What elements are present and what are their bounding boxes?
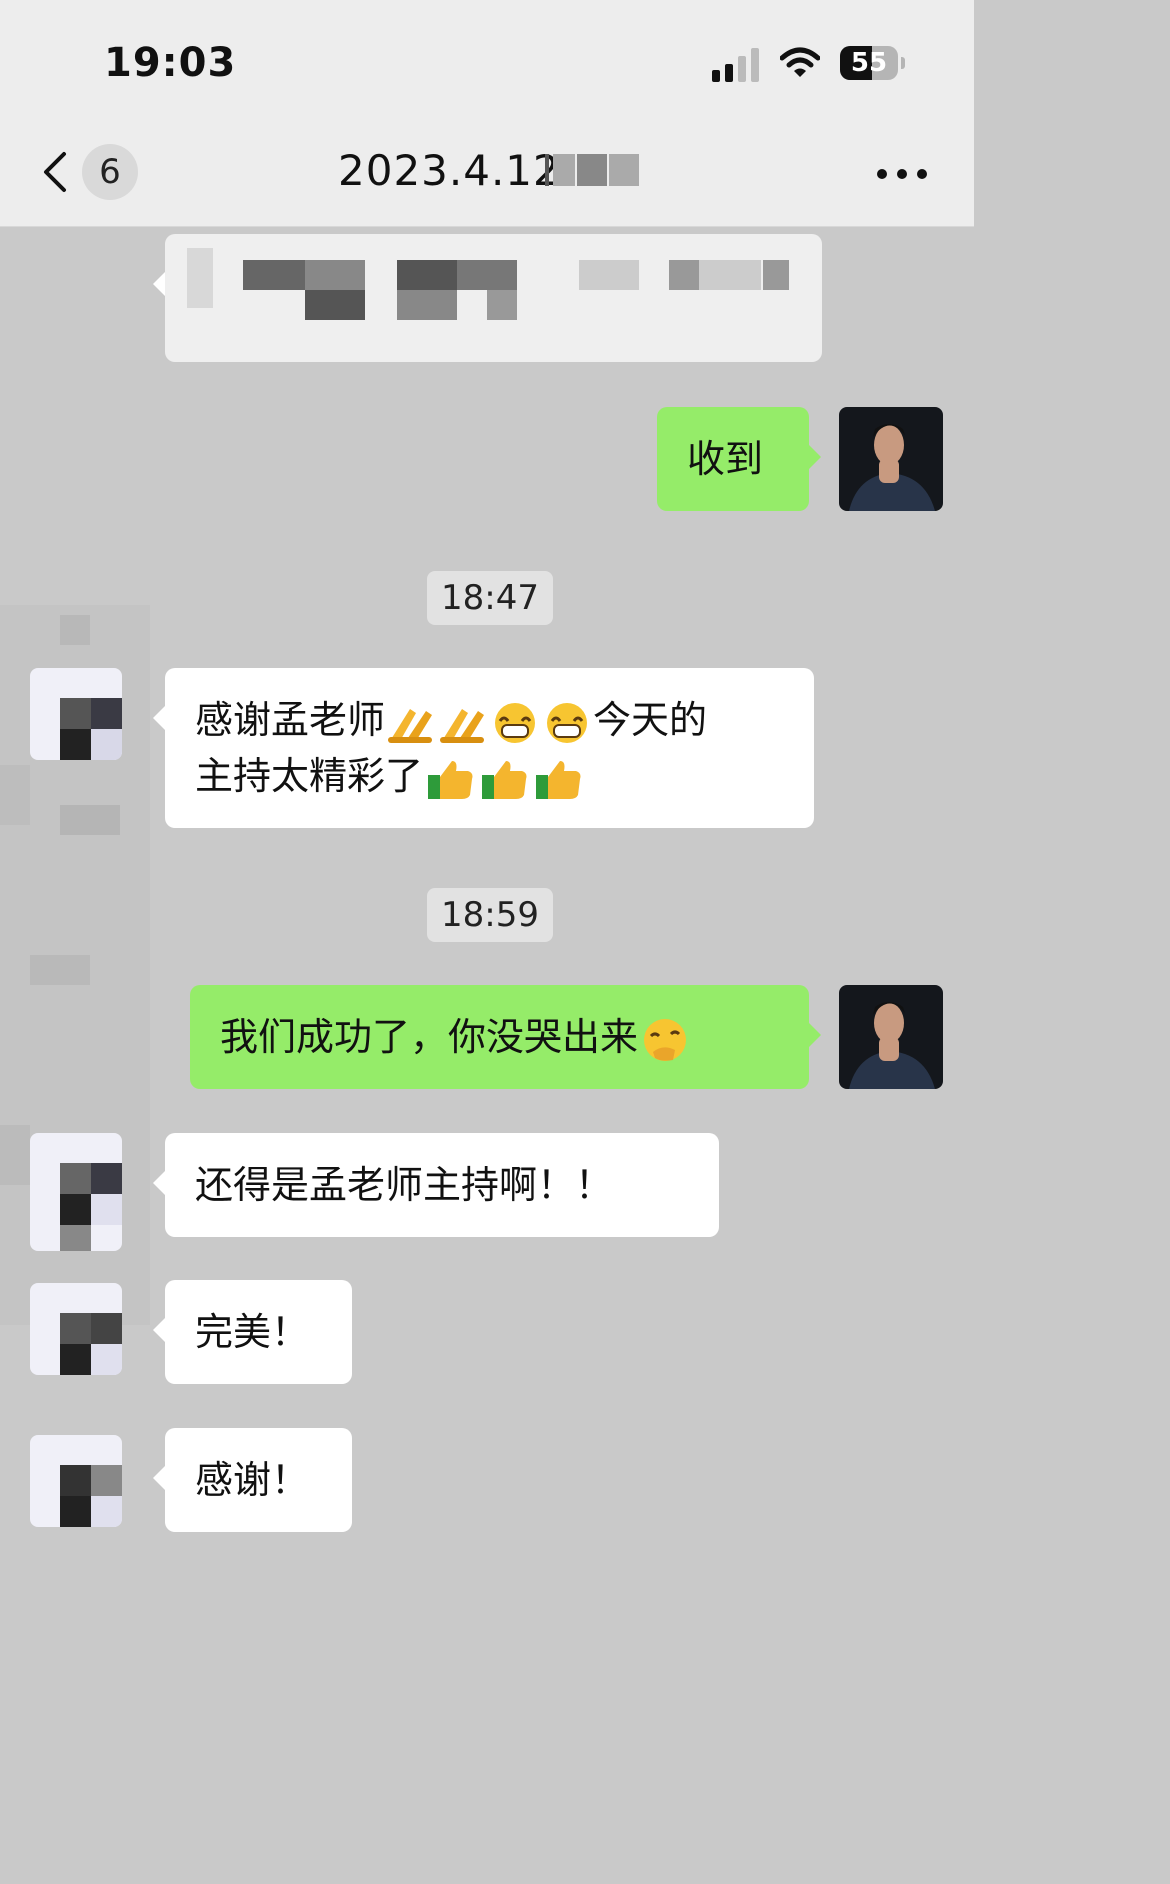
unread-count-badge[interactable]: 6	[82, 144, 138, 200]
message-bubble-outgoing[interactable]: 我们成功了，你没哭出来	[190, 985, 821, 1089]
message-text: 收到	[687, 437, 764, 481]
raised-hands-emoji	[440, 708, 485, 743]
message-timestamp: 18:59	[427, 888, 553, 942]
status-time: 19:03	[104, 40, 237, 86]
my-avatar[interactable]	[839, 407, 943, 511]
contact-avatar[interactable]	[30, 1133, 122, 1251]
thumbs-up-emoji	[536, 760, 581, 799]
my-avatar[interactable]	[839, 985, 943, 1089]
grinning-emoji	[547, 702, 588, 743]
wifi-icon	[780, 47, 820, 77]
thumbs-up-emoji	[428, 760, 473, 799]
message-timestamp: 18:47	[427, 571, 553, 625]
more-dots-icon[interactable]	[876, 168, 928, 180]
contact-avatar[interactable]	[30, 1283, 122, 1375]
battery-level: 55	[850, 48, 888, 78]
message-bubble-incoming[interactable]: 感谢孟老师 今天的 主持太精彩了	[153, 668, 814, 828]
message-text: 今天的	[593, 698, 708, 742]
redacted-message	[153, 234, 822, 362]
battery-icon: 55	[840, 46, 905, 80]
message-bubble-incoming[interactable]: 还得是孟老师主持啊！！	[153, 1133, 719, 1237]
raised-hands-emoji	[388, 708, 433, 743]
message-text: 我们成功了，你没哭出来	[220, 1015, 639, 1059]
message-bubble-incoming[interactable]: 完美！	[153, 1280, 352, 1384]
message-text: 感谢！	[195, 1458, 310, 1502]
title-mosaic-redaction	[545, 154, 641, 186]
chat-title: 2023.4.12	[338, 146, 561, 195]
message-bubble-incoming[interactable]: 感谢！	[153, 1428, 352, 1532]
message-text: 主持太精彩了	[195, 754, 424, 798]
cellular-signal-icon	[712, 48, 760, 82]
message-list[interactable]: 收到 18:47 感谢孟老师 今天的 主持太精彩了 18:59 我们成功了，你没…	[0, 227, 974, 1568]
contact-avatar[interactable]	[30, 1435, 122, 1527]
grinning-emoji	[495, 702, 536, 743]
message-text: 还得是孟老师主持啊！！	[195, 1163, 614, 1207]
thumbs-up-emoji	[482, 760, 527, 799]
blushing-hand-emoji	[644, 1018, 687, 1061]
message-text: 完美！	[195, 1310, 310, 1354]
chat-header: 6 2023.4.12	[0, 120, 974, 227]
message-bubble-outgoing[interactable]: 收到	[657, 407, 821, 511]
contact-avatar[interactable]	[30, 668, 122, 760]
status-bar: 19:03 55	[0, 0, 974, 120]
message-text: 感谢孟老师	[195, 698, 386, 742]
chevron-left-icon[interactable]	[40, 150, 70, 194]
